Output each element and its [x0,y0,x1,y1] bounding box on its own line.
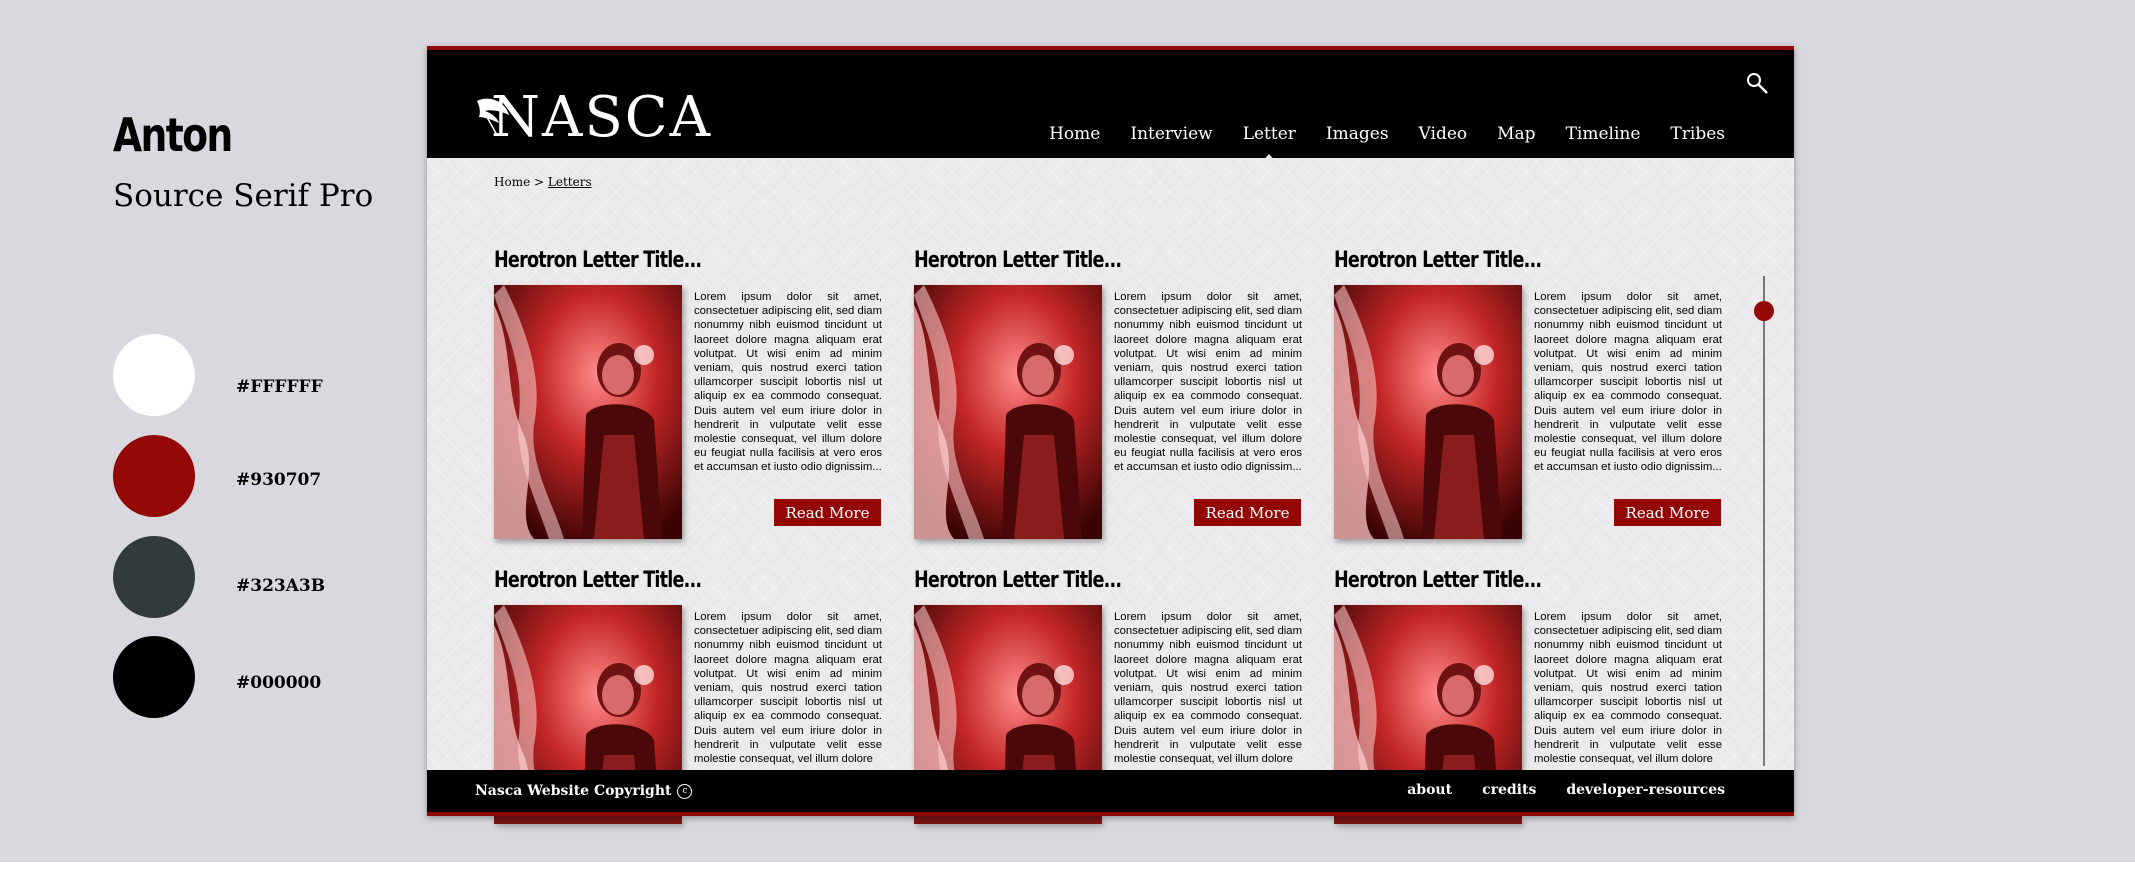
read-more-button[interactable]: Read More [774,499,881,526]
main-nav: Home Interview Letter Images Video Map T… [1019,124,1725,163]
card-title[interactable]: Herotron Letter Title... [914,248,1122,273]
card-title[interactable]: Herotron Letter Title... [914,568,1122,593]
nav-item-tribes[interactable]: Tribes [1670,124,1725,144]
card-excerpt: Lorem ipsum dolor sit amet, consectetuer… [694,611,882,766]
nav-item-timeline[interactable]: Timeline [1566,124,1641,144]
card-peek [914,816,1102,824]
font-sample-display: Anton [113,108,233,162]
breadcrumb-current[interactable]: Letters [548,175,592,189]
breadcrumb-separator: > [534,175,545,189]
card-excerpt: Lorem ipsum dolor sit amet, consectetuer… [1114,291,1302,474]
card-excerpt: Lorem ipsum dolor sit amet, consectetuer… [694,291,882,474]
card-excerpt: Lorem ipsum dolor sit amet, consectetuer… [1534,611,1722,766]
card-title[interactable]: Herotron Letter Title... [1334,568,1542,593]
scrollbar-thumb[interactable] [1754,301,1774,321]
card-excerpt: Lorem ipsum dolor sit amet, consectetuer… [1114,611,1302,766]
letter-card: Herotron Letter Title... Lorem ipsum dol… [914,248,1302,539]
copyright-notice: Nasca Website Copyright c [475,783,693,799]
card-image[interactable] [914,285,1102,539]
breadcrumb: Home > Letters [494,175,592,189]
card-title[interactable]: Herotron Letter Title... [494,248,702,273]
logo-text: NASCA [491,85,713,150]
footer-link-credits[interactable]: credits [1482,782,1536,798]
portrait-image [1334,285,1522,539]
swatch-white [113,334,195,416]
site-logo[interactable]: NASCA [475,88,712,148]
swatch-black [113,636,195,718]
portrait-image [914,285,1102,539]
card-excerpt: Lorem ipsum dolor sit amet, consectetuer… [1534,291,1722,474]
letter-card: Herotron Letter Title... Lorem ipsum dol… [1334,248,1722,539]
swatch-label-dark-gray: #323A3B [236,576,326,596]
breadcrumb-home[interactable]: Home [494,175,530,189]
scrollbar-track[interactable] [1763,276,1765,766]
footer-links: about credits developer-resources [1377,782,1725,798]
nav-item-interview[interactable]: Interview [1130,124,1212,144]
footer-link-developer-resources[interactable]: developer-resources [1566,782,1725,798]
read-more-button[interactable]: Read More [1194,499,1301,526]
card-peek [1334,816,1522,824]
copyright-icon: c [677,783,693,799]
swatch-dark-gray [113,536,195,618]
swatch-red [113,435,195,517]
nav-item-letter[interactable]: Letter [1242,124,1296,163]
website-mockup: NASCA Home Interview Letter Images Video… [427,46,1794,816]
swatch-label-black: #000000 [236,673,322,693]
site-header: NASCA Home Interview Letter Images Video… [427,46,1794,163]
nav-item-images[interactable]: Images [1326,124,1389,144]
nav-item-map[interactable]: Map [1497,124,1535,144]
swatch-label-white: #FFFFFF [236,377,323,397]
swatch-label-red: #930707 [236,470,322,490]
footer-link-about[interactable]: about [1407,782,1452,798]
nav-item-home[interactable]: Home [1049,124,1100,144]
search-icon[interactable] [1744,70,1770,96]
card-image[interactable] [494,285,682,539]
card-title[interactable]: Herotron Letter Title... [1334,248,1542,273]
font-sample-serif: Source Serif Pro [113,178,374,214]
copyright-text: Nasca Website Copyright [475,783,672,799]
active-nav-indicator [1261,154,1278,163]
read-more-button[interactable]: Read More [1614,499,1721,526]
nav-item-video[interactable]: Video [1419,124,1468,144]
card-image[interactable] [1334,285,1522,539]
nav-item-label: Letter [1242,124,1296,144]
portrait-image [494,285,682,539]
site-footer: Nasca Website Copyright c about credits … [427,770,1794,816]
letter-card: Herotron Letter Title... Lorem ipsum dol… [494,248,882,539]
card-peek [494,816,682,824]
card-title[interactable]: Herotron Letter Title... [494,568,702,593]
